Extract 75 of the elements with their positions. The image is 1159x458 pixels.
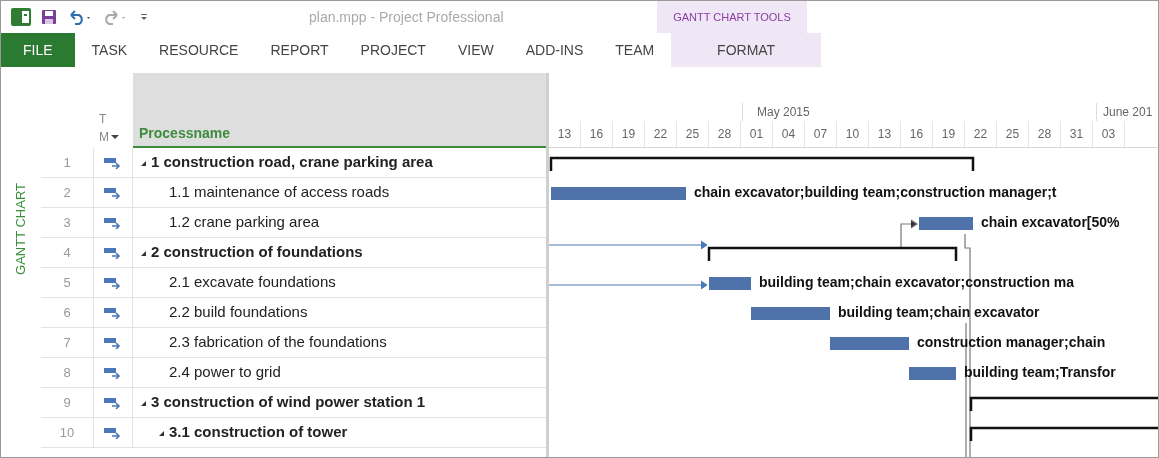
row-number: 3 [62,213,72,232]
column-header: T [99,111,108,128]
row-number: 10 [58,423,76,442]
day-label: 13 [549,121,581,147]
day-label: 19 [613,121,645,147]
day-label: 01 [741,121,773,147]
day-label: 13 [869,121,901,147]
month-label: June 201 [1096,103,1153,121]
row-number: 1 [62,153,72,172]
row-number: 8 [62,363,72,382]
task-mode-icon [104,276,122,289]
day-label: 25 [997,121,1029,147]
dropdown-icon[interactable] [111,134,119,140]
task-name: 2.1 excavate foundations [169,272,336,293]
view-label: GANTT CHART [12,183,30,275]
task-mode-icon [104,246,122,259]
task-mode-icon [104,186,122,199]
row-number: 5 [62,273,72,292]
row-number: 9 [62,393,72,412]
file-tab[interactable]: FILE [1,33,75,67]
day-label: 19 [933,121,965,147]
app-logo-icon [11,8,31,26]
task-mode-icon [104,156,122,169]
task-mode-icon [104,306,122,319]
task-name: 2 construction of foundations [151,242,363,263]
task-mode-icon [104,336,122,349]
resource-label: construction manager;chain [917,334,1106,350]
row-number: 4 [62,243,72,262]
task-name: 2.4 power to grid [169,362,281,383]
task-mode-icon [104,366,122,379]
ribbon-tab[interactable]: PROJECT [345,33,441,67]
day-label: 03 [1093,121,1125,147]
row-number: 6 [62,303,72,322]
resource-label: building team;chain excavator [838,304,1040,320]
day-label: 04 [773,121,805,147]
contextual-group-header: GANTT CHART TOOLS [657,1,807,33]
ribbon-tab[interactable]: TEAM [600,33,670,67]
save-icon[interactable] [41,9,57,25]
day-label: 22 [965,121,997,147]
ribbon-tab[interactable]: RESOURCE [144,33,254,67]
task-name: 2.3 fabrication of the foundations [169,332,387,353]
day-label: 22 [645,121,677,147]
undo-icon[interactable] [67,9,93,25]
task-name: 3 construction of wind power station 1 [151,392,426,413]
day-label: 31 [1061,121,1093,147]
ribbon-tab[interactable]: TASK [76,33,143,67]
ribbon-tab[interactable]: ADD-INS [510,33,599,67]
row-number: 7 [62,333,72,352]
resource-label: building team;chain excavator;construction ma [759,274,1075,290]
window-title: plan.mpp - Project Professional [309,7,505,27]
day-label: 07 [805,121,837,147]
month-label: May 2015 [742,103,1096,121]
day-label: 16 [581,121,613,147]
customize-icon[interactable] [139,11,149,23]
resource-label: chain excavator[50% [981,214,1120,230]
task-name: 1.1 maintenance of access roads [169,182,390,203]
day-label: 10 [837,121,869,147]
resource-label: chain excavator;building team;construction manager;t [694,184,1057,200]
task-name: 1 construction road, crane parking area [151,152,433,173]
ribbon-tab[interactable]: FORMAT [671,33,822,67]
column-header: M [99,129,109,146]
task-name: 1.2 crane parking area [169,212,320,233]
ribbon-tab[interactable]: REPORT [255,33,344,67]
task-mode-icon [104,396,122,409]
day-label: 25 [677,121,709,147]
task-mode-icon [104,426,122,439]
task-name: 2.2 build foundations [169,302,308,323]
day-label: 28 [1029,121,1061,147]
task-mode-icon [104,216,122,229]
day-label: 28 [709,121,741,147]
day-label: 16 [901,121,933,147]
ribbon-tab[interactable]: VIEW [442,33,509,67]
row-number: 2 [62,183,72,202]
task-name: 3.1 construction of tower [169,422,348,443]
resource-label: building team;Transfor [964,364,1116,380]
